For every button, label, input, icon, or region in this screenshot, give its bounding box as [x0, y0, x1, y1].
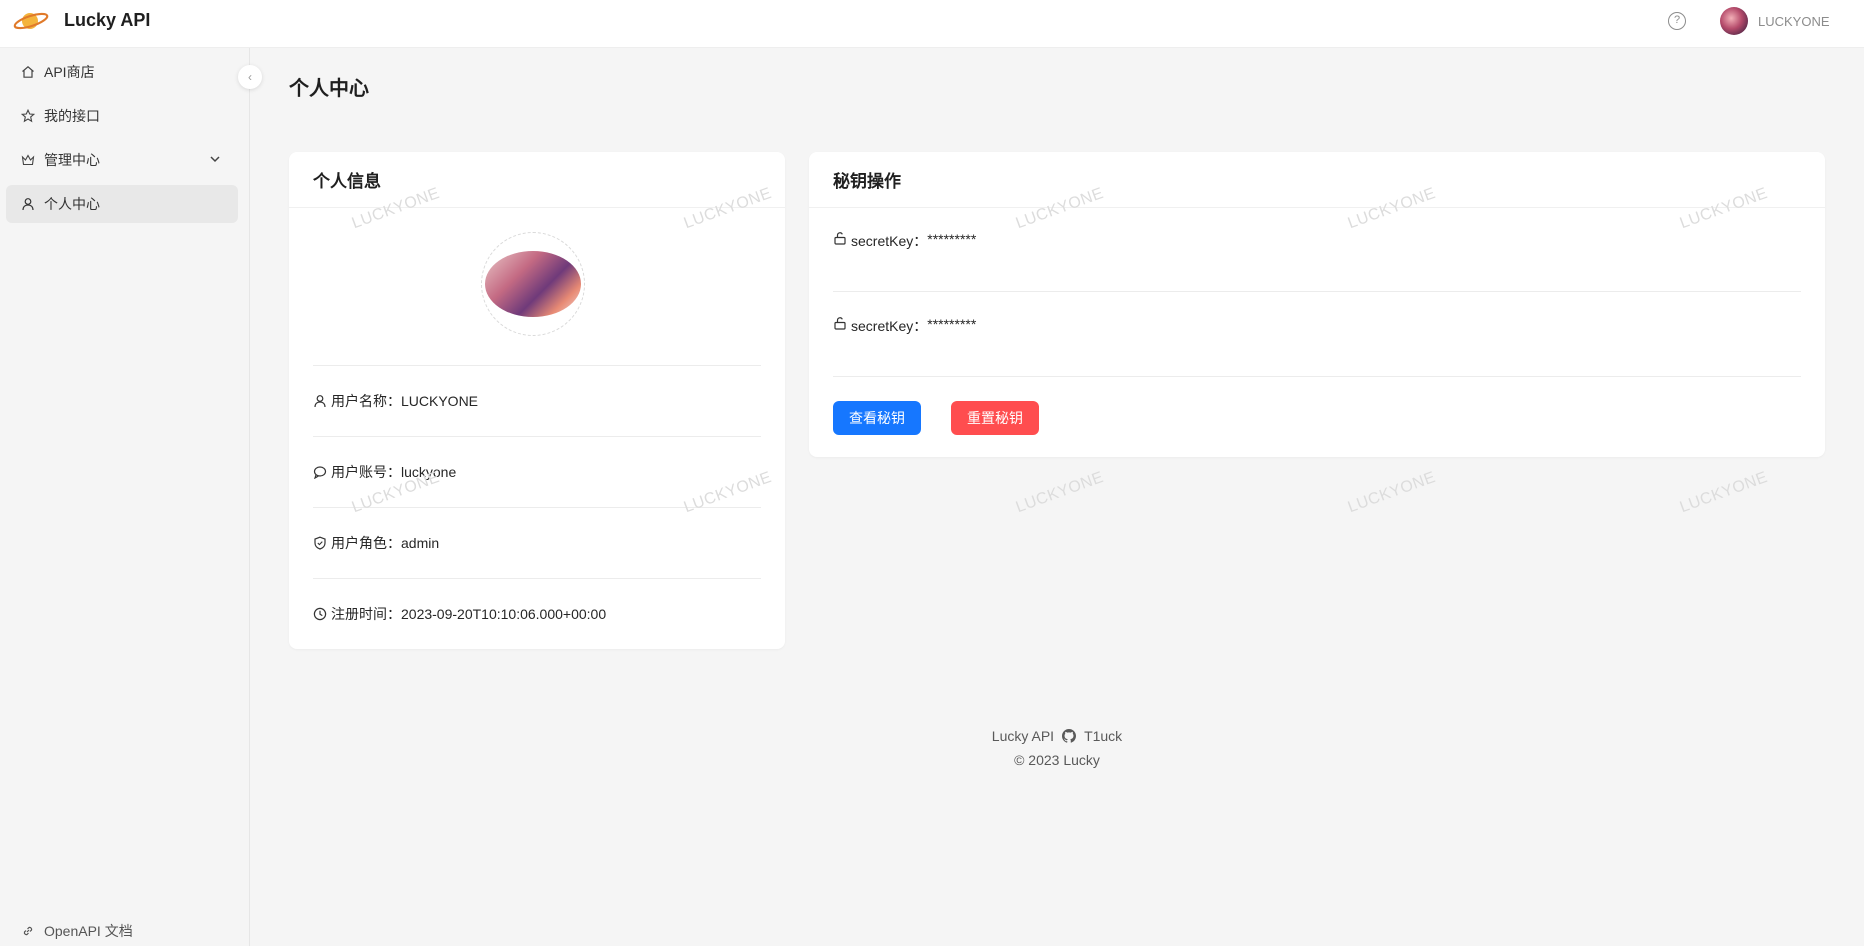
sidebar-item-api-store[interactable]: API商店 [6, 53, 238, 91]
sidebar-item-label: 管理中心 [44, 152, 100, 168]
home-icon [20, 64, 36, 80]
footer-links: Lucky API T1uck [250, 724, 1864, 748]
info-row-registered: 注册时间： 2023-09-20T10:10:06.000+00:00 [313, 578, 761, 649]
secret-key-card: 秘钥操作 secretKey： ********* secretKey： ***… [809, 152, 1825, 457]
shield-icon [313, 536, 327, 550]
avatar[interactable] [1720, 7, 1748, 35]
comment-icon [313, 465, 327, 479]
info-label: 注册时间： [331, 606, 401, 622]
openapi-docs-link[interactable]: OpenAPI 文档 [20, 916, 133, 946]
sidebar-item-profile[interactable]: 个人中心 [6, 185, 238, 223]
page-title: 个人中心 [289, 78, 369, 100]
info-row-username: 用户名称： LUCKYONE [313, 365, 761, 436]
brand-title[interactable]: Lucky API [64, 10, 150, 31]
link-icon [20, 923, 36, 939]
github-icon[interactable] [1062, 729, 1077, 743]
info-value: 2023-09-20T10:10:06.000+00:00 [401, 606, 607, 622]
footer-copyright: © 2023 Lucky [1014, 752, 1100, 768]
top-header: Lucky API ? LUCKYONE [0, 0, 1864, 48]
page-footer: Lucky API T1uck © 2023 Lucky [250, 724, 1864, 772]
view-key-button[interactable]: 查看秘钥 [833, 401, 921, 435]
question-circle-icon[interactable]: ? [1668, 12, 1686, 30]
secret-key-row: secretKey： ********* [833, 208, 1801, 292]
profile-card-title: 个人信息 [289, 152, 785, 208]
chevron-down-icon[interactable] [208, 152, 222, 166]
sidebar: API商店 我的接口 管理中心 个人中心 OpenAPI 文档 [0, 48, 250, 946]
info-label: 用户角色： [331, 535, 401, 551]
info-value: luckyone [401, 464, 457, 480]
user-icon [20, 196, 36, 212]
watermark-text: LUCKYONE [1345, 468, 1438, 517]
key-label: secretKey： [851, 318, 928, 334]
key-label: secretKey： [851, 233, 928, 249]
key-value: ********* [927, 316, 977, 332]
sidebar-item-admin[interactable]: 管理中心 [6, 141, 238, 179]
info-label: 用户账号： [331, 464, 401, 480]
reset-key-button[interactable]: 重置秘钥 [951, 401, 1039, 435]
user-icon [313, 394, 327, 408]
footer-brand-link[interactable]: Lucky API [992, 728, 1054, 744]
header-user-name[interactable]: LUCKYONE [1758, 14, 1830, 29]
watermark-text: LUCKYONE [1677, 468, 1770, 517]
sidebar-item-label: 个人中心 [44, 196, 100, 212]
key-value: ********* [927, 231, 977, 247]
watermark-text: LUCKYONE [1013, 468, 1106, 517]
crown-icon [20, 152, 36, 168]
info-value: admin [401, 535, 440, 551]
sidebar-item-label: API商店 [44, 64, 95, 80]
profile-card: 个人信息 用户名称： LUCKYONE 用户账号： luckyone 用户角色：… [289, 152, 785, 649]
info-label: 用户名称： [331, 393, 401, 409]
profile-avatar-frame [481, 232, 585, 336]
openapi-docs-label: OpenAPI 文档 [44, 923, 133, 939]
secret-key-row: secretKey： ********* [833, 293, 1801, 377]
user-menu[interactable]: LUCKYONE [1720, 6, 1830, 36]
sidebar-collapse-button[interactable]: ‹ [238, 65, 262, 89]
secret-key-card-title: 秘钥操作 [809, 152, 1825, 208]
profile-avatar[interactable] [485, 251, 581, 317]
clock-icon [313, 607, 327, 621]
unlock-icon [833, 316, 847, 330]
sidebar-item-label: 我的接口 [44, 108, 100, 124]
info-row-account: 用户账号： luckyone [313, 436, 761, 507]
planet-logo-icon[interactable] [12, 8, 50, 34]
sidebar-item-my-apis[interactable]: 我的接口 [6, 97, 238, 135]
unlock-icon [833, 231, 847, 245]
info-row-role: 用户角色： admin [313, 507, 761, 578]
info-value: LUCKYONE [401, 393, 479, 409]
footer-author-link[interactable]: T1uck [1084, 728, 1122, 744]
star-icon [20, 108, 36, 124]
